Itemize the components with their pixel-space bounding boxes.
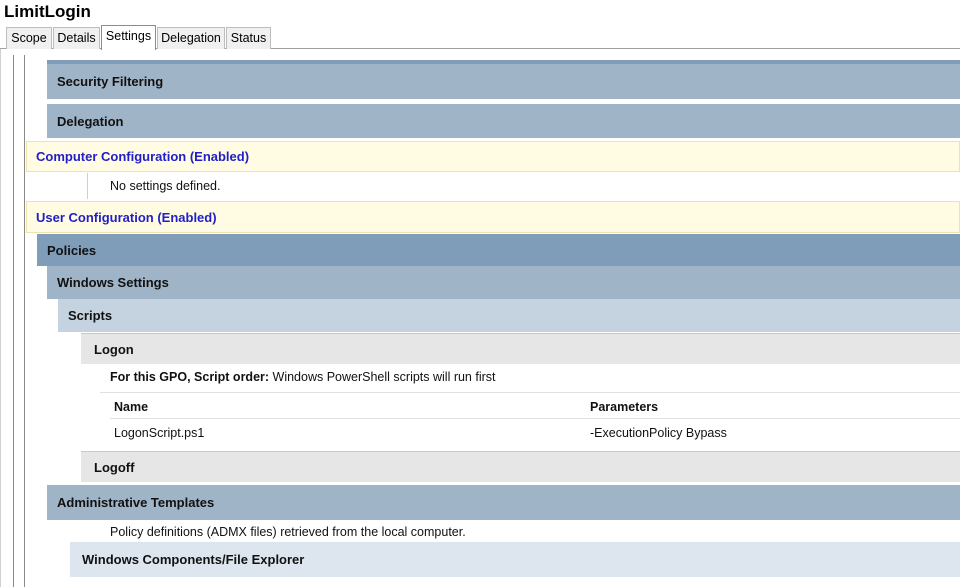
tab-delegation[interactable]: Delegation [157, 27, 225, 49]
window-title: LimitLogin [4, 2, 91, 21]
script-order-row: For this GPO, Script order: Windows Powe… [110, 370, 496, 384]
section-label: Security Filtering [57, 74, 164, 89]
section-windows-components-file-explorer[interactable]: Windows Components/File Explorer [70, 542, 960, 577]
tab-status[interactable]: Status [226, 27, 271, 49]
section-label: User Configuration (Enabled) [36, 209, 217, 225]
script-order-label: For this GPO, Script order: [110, 370, 270, 384]
tab-details[interactable]: Details [53, 27, 100, 49]
section-label: Administrative Templates [57, 495, 215, 510]
column-header-name: Name [114, 400, 149, 414]
indent-line [87, 173, 88, 199]
section-administrative-templates[interactable]: Administrative Templates [47, 485, 960, 520]
script-parameters-cell: -ExecutionPolicy Bypass [590, 426, 727, 440]
section-security-filtering[interactable]: Security Filtering [47, 64, 960, 99]
tree-guide-line [24, 55, 25, 587]
script-order-value: Windows PowerShell scripts will run firs… [269, 370, 496, 384]
divider [100, 392, 960, 393]
section-label: Logoff [94, 459, 135, 475]
script-name-cell: LogonScript.ps1 [114, 426, 205, 440]
section-delegation[interactable]: Delegation [47, 104, 960, 138]
section-logon[interactable]: Logon [81, 333, 960, 364]
section-label: Windows Settings [57, 275, 169, 290]
section-label: Computer Configuration (Enabled) [36, 149, 250, 164]
section-label: Windows Components/File Explorer [82, 552, 305, 567]
tab-scope[interactable]: Scope [6, 27, 52, 49]
section-label: Scripts [68, 308, 113, 323]
divider [110, 418, 960, 419]
computer-configuration-header[interactable]: Computer Configuration (Enabled) [26, 141, 960, 172]
section-logoff[interactable]: Logoff [81, 451, 960, 482]
section-label: Logon [94, 341, 134, 357]
user-configuration-header[interactable]: User Configuration (Enabled) [26, 201, 960, 233]
tree-guide-line [13, 55, 14, 587]
admx-note-text: Policy definitions (ADMX files) retrieve… [110, 525, 466, 539]
section-policies[interactable]: Policies [37, 234, 960, 266]
section-windows-settings[interactable]: Windows Settings [47, 266, 960, 299]
no-settings-text: No settings defined. [110, 179, 221, 193]
section-label: Delegation [57, 113, 124, 129]
section-scripts[interactable]: Scripts [58, 299, 960, 332]
section-label: Policies [47, 242, 97, 258]
column-header-parameters: Parameters [590, 400, 659, 414]
tab-strip: Scope Details Settings Delegation Status [0, 25, 960, 50]
tab-settings[interactable]: Settings [101, 25, 156, 50]
